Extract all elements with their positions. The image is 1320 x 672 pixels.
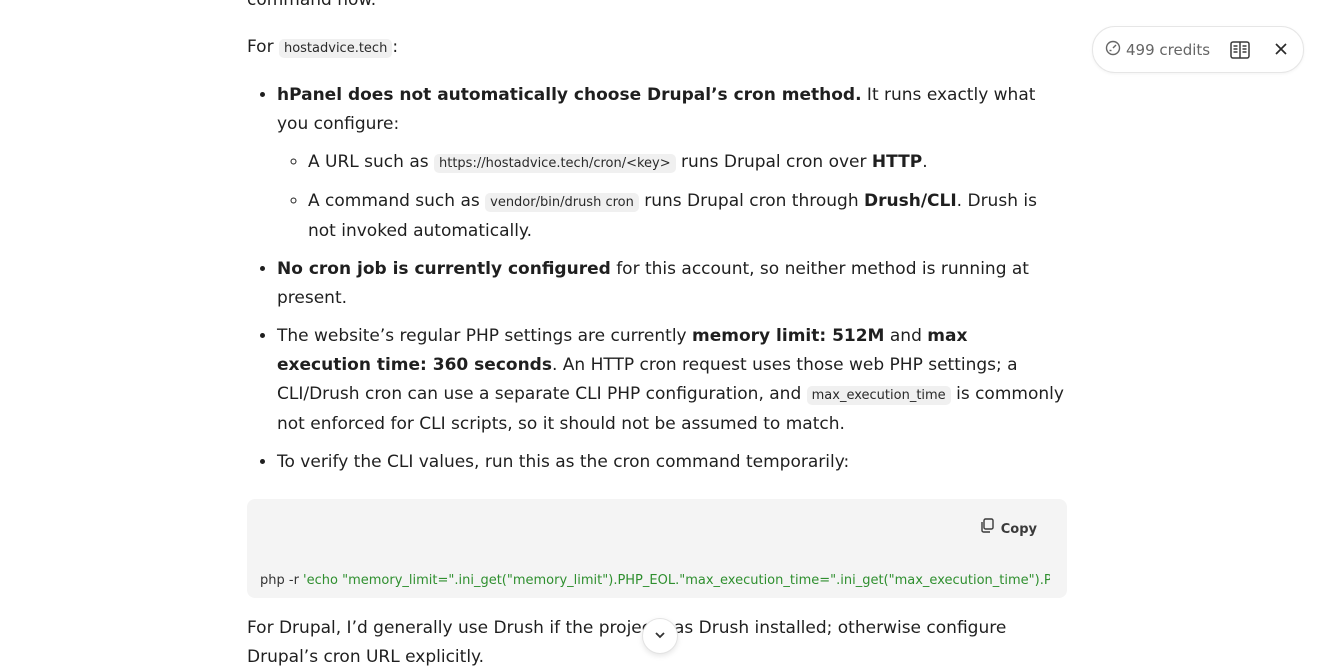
max-execution-time-code: max_execution_time: [806, 386, 951, 405]
copy-label: Copy: [1000, 522, 1037, 537]
bullet-list: hPanel does not automatically choose Dru…: [247, 81, 1067, 477]
intro-paragraph: command now.: [247, 0, 1067, 15]
list-item: A command such as vendor/bin/drush cron …: [308, 187, 1067, 246]
for-domain-line: For hostadvice.tech:: [247, 37, 399, 58]
scroll-to-bottom-button[interactable]: [642, 618, 678, 654]
credits-label: 499 credits: [1126, 41, 1211, 59]
code-block: Copy php -r 'echo "memory_limit=".ini_ge…: [247, 499, 1067, 598]
close-icon[interactable]: [1273, 41, 1289, 61]
chat-message-content: command now. For hostadvice.tech: hPanel…: [247, 0, 1067, 672]
list-item: No cron job is currently configured for …: [277, 255, 1067, 313]
top-toolbar: 499 credits: [1092, 26, 1304, 73]
credits-gauge-icon: [1105, 40, 1121, 60]
copy-icon: [979, 515, 995, 544]
copy-button[interactable]: Copy: [979, 515, 1037, 544]
domain-code: hostadvice.tech: [278, 39, 393, 58]
chevron-down-icon: [653, 627, 667, 646]
list-item: The website’s regular PHP settings are c…: [277, 322, 1067, 439]
list-item: A URL such as https://hostadvice.tech/cr…: [308, 148, 1067, 178]
sub-bullet-list: A URL such as https://hostadvice.tech/cr…: [277, 148, 1067, 246]
credits-indicator[interactable]: 499 credits: [1105, 40, 1210, 60]
reader-mode-icon[interactable]: [1229, 39, 1251, 65]
code-line: php -r 'echo "memory_limit=".ini_get("me…: [260, 573, 1050, 588]
command-code: vendor/bin/drush cron: [485, 193, 639, 212]
url-code: https://hostadvice.tech/cron/<key>: [434, 154, 676, 173]
intro-text: command now.: [247, 0, 377, 10]
list-item: To verify the CLI values, run this as th…: [277, 448, 1067, 477]
list-item: hPanel does not automatically choose Dru…: [277, 81, 1067, 246]
